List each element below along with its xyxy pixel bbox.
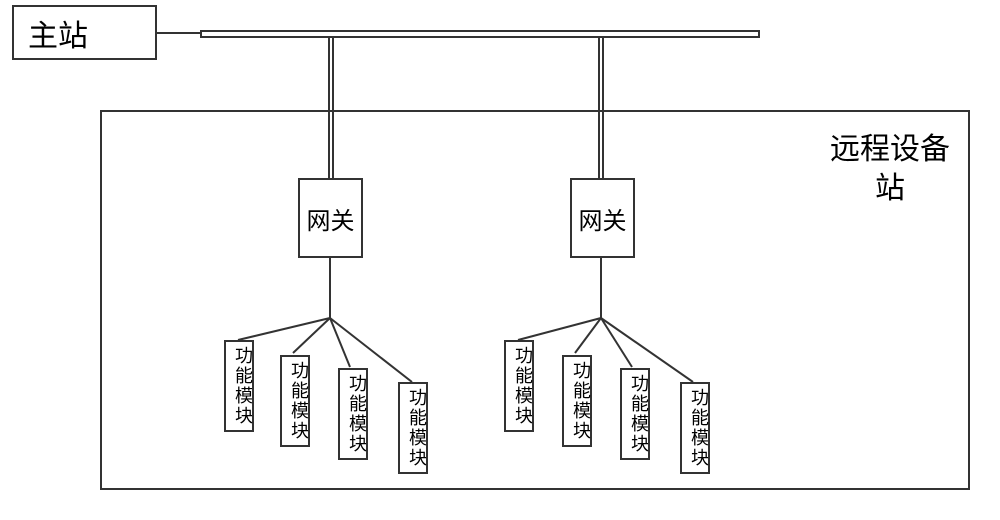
bus-bar [200,30,760,38]
function-module-box: 功能模块 [680,382,710,474]
function-module-label: 功能模块 [629,374,649,454]
gateway-2-box: 网关 [570,178,635,258]
function-module-box: 功能模块 [224,340,254,432]
function-module-box: 功能模块 [398,382,428,474]
gateway-1-label: 网关 [307,201,355,236]
function-module-label: 功能模块 [347,374,367,454]
main-station-box: 主站 [12,5,157,60]
function-module-label: 功能模块 [513,346,533,426]
gateway-2-label: 网关 [579,201,627,236]
function-module-label: 功能模块 [407,388,427,468]
remote-station-label: 远程设备站 [830,130,950,208]
function-module-label: 功能模块 [233,346,253,426]
connector-main-to-bus [157,32,200,34]
gateway-1-box: 网关 [298,178,363,258]
function-module-box: 功能模块 [280,355,310,447]
main-station-label: 主站 [28,11,88,55]
function-module-label: 功能模块 [571,361,591,441]
function-module-box: 功能模块 [504,340,534,432]
function-module-label: 功能模块 [289,361,309,441]
line-gateway1-down [329,258,331,318]
function-module-box: 功能模块 [338,368,368,460]
function-module-box: 功能模块 [620,368,650,460]
line-gateway2-down [600,258,602,318]
function-module-label: 功能模块 [689,388,709,468]
function-module-box: 功能模块 [562,355,592,447]
